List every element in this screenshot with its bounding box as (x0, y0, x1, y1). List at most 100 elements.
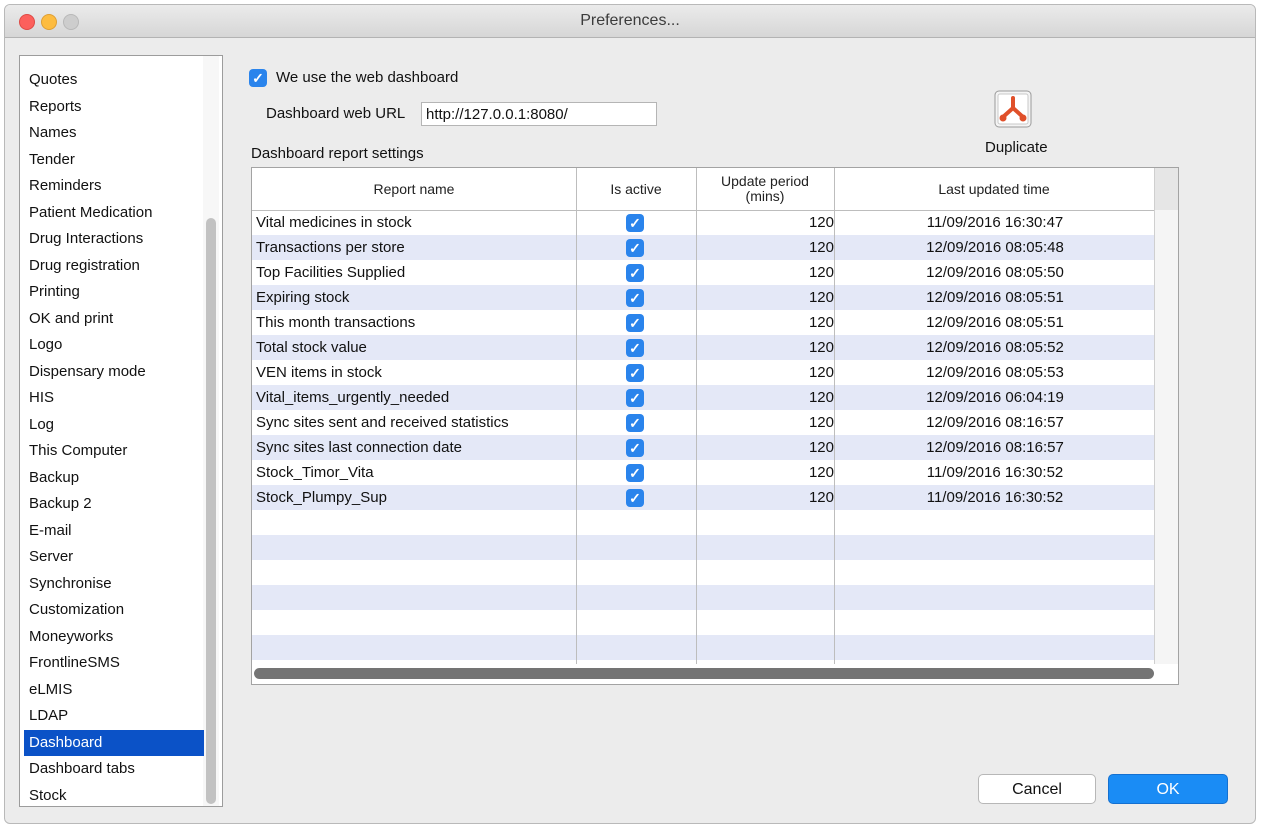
is-active-checkbox[interactable]: ✓ (626, 414, 644, 432)
sidebar-item-drug-registration[interactable]: Drug registration (24, 253, 204, 279)
is-active-checkbox[interactable]: ✓ (626, 464, 644, 482)
table-row[interactable] (252, 635, 1154, 660)
dashboard-report-table[interactable]: Report name Is active Update period (min… (251, 167, 1179, 685)
is-active-checkbox[interactable]: ✓ (626, 389, 644, 407)
sidebar-item-dashboard-tabs[interactable]: Dashboard tabs (24, 756, 204, 782)
sidebar-item-server[interactable]: Server (24, 544, 204, 570)
table-row[interactable]: Transactions per store ✓ 120 12/09/2016 08:… (252, 235, 1154, 260)
preferences-category-list[interactable]: Quotes Reports Names Tender Reminders Patient… (19, 55, 223, 807)
report-name-cell: Transactions per store (256, 239, 405, 256)
table-row[interactable]: Stock_Plumpy_Sup ✓ 120 11/09/2016 16:30:52 (252, 485, 1154, 510)
column-header-report-name[interactable]: Report name (252, 168, 576, 210)
is-active-checkbox[interactable]: ✓ (626, 314, 644, 332)
table-row[interactable]: Total stock value ✓ 120 12/09/2016 08:05:52 (252, 335, 1154, 360)
table-vertical-scrollbar[interactable] (1154, 210, 1178, 664)
update-period-cell: 120 (808, 214, 834, 231)
sidebar-item-backup-2[interactable]: Backup 2 (24, 491, 204, 517)
update-period-cell: 120 (808, 239, 834, 256)
column-header-is-active[interactable]: Is active (576, 168, 696, 210)
column-divider (834, 168, 835, 664)
column-divider (1154, 168, 1155, 664)
column-header-update-period[interactable]: Update period (mins) (696, 168, 834, 210)
column-divider (696, 168, 697, 664)
is-active-checkbox[interactable]: ✓ (626, 214, 644, 232)
is-active-checkbox[interactable]: ✓ (626, 339, 644, 357)
dashboard-url-input[interactable] (421, 102, 657, 126)
table-row[interactable]: VEN items in stock ✓ 120 12/09/2016 08:05:5… (252, 360, 1154, 385)
sidebar-item-printing[interactable]: Printing (24, 279, 204, 305)
sidebar-item-dispensary-mode[interactable]: Dispensary mode (24, 359, 204, 385)
use-web-dashboard-checkbox[interactable]: ✓ (249, 69, 267, 87)
sidebar-item-patient-medication[interactable]: Patient Medication (24, 200, 204, 226)
last-updated-cell: 12/09/2016 08:05:51 (926, 314, 1064, 331)
table-row[interactable] (252, 535, 1154, 560)
table-row[interactable]: Vital medicines in stock ✓ 120 11/09/2016 1… (252, 210, 1154, 235)
update-period-cell: 120 (808, 314, 834, 331)
table-row[interactable]: Sync sites last connection date ✓ 120 12/09… (252, 435, 1154, 460)
sidebar-item-stock[interactable]: Stock (24, 783, 204, 807)
sidebar-item-drug-interactions[interactable]: Drug Interactions (24, 226, 204, 252)
sidebar-item-synchronise[interactable]: Synchronise (24, 571, 204, 597)
sidebar-item-reminders[interactable]: Reminders (24, 173, 204, 199)
table-row[interactable]: Sync sites sent and received statistics ✓… (252, 410, 1154, 435)
last-updated-cell: 12/09/2016 08:05:50 (926, 264, 1064, 281)
report-name-cell: Vital medicines in stock (256, 214, 412, 231)
sidebar-item-frontlinesms[interactable]: FrontlineSMS (24, 650, 204, 676)
report-name-cell: Vital_items_urgently_needed (256, 389, 450, 406)
table-row[interactable] (252, 585, 1154, 610)
is-active-checkbox[interactable]: ✓ (626, 289, 644, 307)
table-row[interactable]: Vital_items_urgently_needed ✓ 120 12/09/201… (252, 385, 1154, 410)
is-active-checkbox[interactable]: ✓ (626, 264, 644, 282)
sidebar-item-log[interactable]: Log (24, 412, 204, 438)
is-active-checkbox[interactable]: ✓ (626, 489, 644, 507)
sidebar-item-ok-and-print[interactable]: OK and print (24, 306, 204, 332)
title-bar: Preferences... (5, 5, 1255, 38)
sidebar-item-elmis[interactable]: eLMIS (24, 677, 204, 703)
duplicate-report-icon[interactable] (994, 90, 1032, 128)
column-header-last-updated[interactable]: Last updated time (834, 168, 1154, 210)
table-row[interactable] (252, 510, 1154, 535)
table-body[interactable]: Vital medicines in stock ✓ 120 11/09/2016 1… (252, 210, 1154, 660)
table-row[interactable] (252, 560, 1154, 585)
sidebar-item-his[interactable]: HIS (24, 385, 204, 411)
is-active-checkbox[interactable]: ✓ (626, 239, 644, 257)
update-period-cell: 120 (808, 364, 834, 381)
report-name-cell: Sync sites sent and received statistics (256, 414, 509, 431)
table-row[interactable]: Expiring stock ✓ 120 12/09/2016 08:05:51 (252, 285, 1154, 310)
sidebar-item-names[interactable]: Names (24, 120, 204, 146)
update-period-cell: 120 (808, 264, 834, 281)
sidebar-item-backup[interactable]: Backup (24, 465, 204, 491)
table-row[interactable] (252, 610, 1154, 635)
dashboard-url-label: Dashboard web URL (266, 105, 406, 122)
use-web-dashboard-label: We use the web dashboard (276, 69, 459, 86)
sidebar-item-reports[interactable]: Reports (24, 94, 204, 120)
report-name-cell: VEN items in stock (256, 364, 382, 381)
sidebar-scrollbar-thumb[interactable] (206, 218, 216, 804)
update-period-cell: 120 (808, 389, 834, 406)
table-row[interactable]: Top Facilities Supplied ✓ 120 12/09/2016 08… (252, 260, 1154, 285)
table-row[interactable]: Stock_Timor_Vita ✓ 120 11/09/2016 16:30:52 (252, 460, 1154, 485)
is-active-checkbox[interactable]: ✓ (626, 439, 644, 457)
sidebar-item-ldap[interactable]: LDAP (24, 703, 204, 729)
update-period-header-line2: (mins) (745, 188, 785, 204)
sidebar-item-quotes[interactable]: Quotes (24, 67, 204, 93)
sidebar-item-dashboard[interactable]: Dashboard (24, 729, 204, 756)
report-name-cell: Top Facilities Supplied (256, 264, 406, 281)
update-period-cell: 120 (808, 439, 834, 456)
sidebar-item-tender[interactable]: Tender (24, 147, 204, 173)
duplicate-button-label[interactable]: Duplicate (985, 139, 1048, 156)
last-updated-cell: 11/09/2016 16:30:52 (926, 464, 1064, 481)
table-row[interactable]: This month transactions ✓ 120 12/09/2016 08… (252, 310, 1154, 335)
report-name-cell: Stock_Plumpy_Sup (256, 489, 387, 506)
ok-button[interactable]: OK (1108, 774, 1228, 804)
sidebar-item-e-mail[interactable]: E-mail (24, 518, 204, 544)
sidebar-item-moneyworks[interactable]: Moneyworks (24, 624, 204, 650)
is-active-checkbox[interactable]: ✓ (626, 364, 644, 382)
table-horizontal-scrollbar[interactable] (254, 668, 1154, 679)
cancel-button[interactable]: Cancel (978, 774, 1096, 804)
sidebar-item-logo[interactable]: Logo (24, 332, 204, 358)
sidebar-item-customization[interactable]: Customization (24, 597, 204, 623)
sidebar-item-this-computer[interactable]: This Computer (24, 438, 204, 464)
last-updated-cell: 12/09/2016 08:05:53 (926, 364, 1064, 381)
update-period-cell: 120 (808, 414, 834, 431)
